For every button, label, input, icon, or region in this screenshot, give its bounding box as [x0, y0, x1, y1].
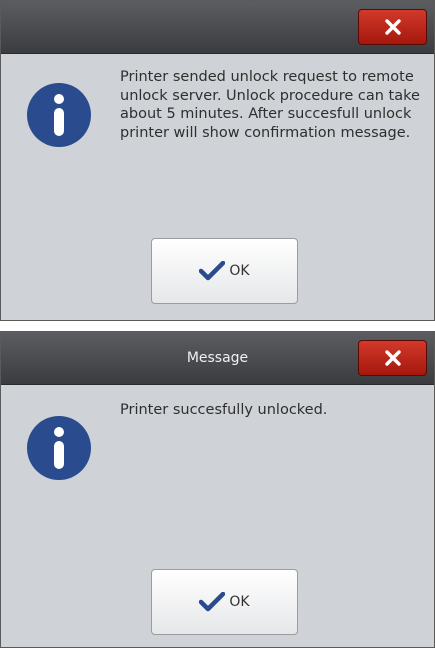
close-button[interactable]	[358, 340, 427, 376]
close-button[interactable]	[358, 9, 427, 45]
close-icon	[384, 350, 401, 366]
unlock-confirmation-dialog: Message Printer succesfully unlocked. OK	[0, 331, 435, 648]
checkmark-icon	[199, 592, 226, 612]
unlock-request-dialog: Printer sended unlock request to remote …	[0, 0, 435, 321]
info-icon	[27, 416, 91, 480]
close-icon	[384, 19, 401, 35]
titlebar: Message	[1, 332, 434, 385]
ok-button-label: OK	[229, 263, 250, 279]
titlebar	[1, 1, 434, 54]
ok-button-label: OK	[229, 594, 250, 610]
info-icon	[27, 83, 91, 147]
message-text: Printer succesfully unlocked.	[120, 402, 328, 418]
ok-button[interactable]: OK	[151, 569, 298, 635]
checkmark-icon	[199, 261, 226, 281]
ok-button[interactable]: OK	[151, 238, 298, 304]
message-text: Printer sended unlock request to remote …	[120, 69, 420, 141]
